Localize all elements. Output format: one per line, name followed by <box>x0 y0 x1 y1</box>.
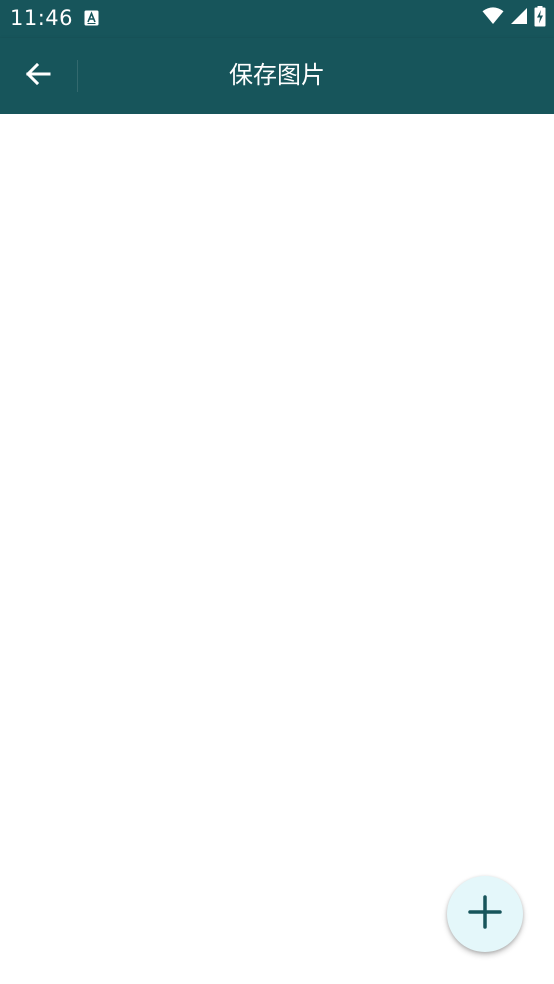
status-bar: 11:46 <box>0 0 554 38</box>
wifi-icon <box>482 7 504 29</box>
text-notification-icon <box>84 10 99 26</box>
toolbar: 保存图片 <box>0 38 554 114</box>
image-list-area <box>0 114 554 984</box>
page-title: 保存图片 <box>229 61 325 89</box>
add-button[interactable] <box>447 876 523 952</box>
status-icons <box>482 5 546 31</box>
battery-charging-icon <box>534 5 546 31</box>
plus-icon <box>468 895 502 933</box>
status-time: 11:46 <box>10 6 74 30</box>
cell-signal-icon <box>510 7 528 29</box>
